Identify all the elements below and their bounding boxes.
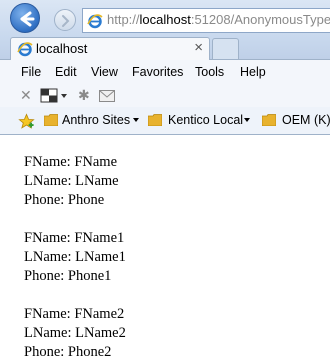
record-2-fname: FName: FName1: [24, 230, 125, 246]
menu-edit[interactable]: Edit: [55, 65, 77, 79]
record-1-fname: FName: FName: [24, 154, 118, 170]
record-3-lname: LName: LName2: [24, 325, 126, 341]
menu-file[interactable]: File: [21, 65, 41, 79]
favorite-oem-k[interactable]: OEM (K): [282, 113, 330, 127]
tab-localhost[interactable]: localhost ×: [10, 37, 210, 60]
record-1-phone: Phone: Phone: [24, 192, 105, 208]
menu-bar: File Edit View Favorites Tools Help: [0, 60, 330, 84]
ie-tab-icon: [17, 42, 33, 57]
record-3-phone: Phone: Phone2: [24, 344, 112, 360]
favorites-bar: Anthro Sites Kentico Local OEM (K): [0, 107, 330, 135]
close-tab-icon[interactable]: ×: [194, 39, 203, 56]
browser-window: http://localhost:51208/AnonymousTypes lo…: [0, 0, 330, 362]
favorite-kentico-local[interactable]: Kentico Local: [168, 113, 243, 127]
add-favorite-star-icon[interactable]: [18, 113, 35, 130]
address-bar[interactable]: http://localhost:51208/AnonymousTypes: [82, 8, 330, 33]
record-3-fname: FName: FName2: [24, 306, 125, 322]
navigation-bar: http://localhost:51208/AnonymousTypes: [0, 0, 330, 36]
dropdown-caret-icon[interactable]: [244, 118, 250, 122]
record-1-lname: LName: LName: [24, 173, 119, 189]
back-button[interactable]: [10, 3, 40, 33]
mail-icon[interactable]: [99, 89, 115, 107]
ie-page-icon: [87, 14, 103, 29]
record-2-phone: Phone: Phone1: [24, 268, 112, 284]
page-menu-icon[interactable]: [40, 88, 68, 109]
record-2-lname: LName: LName1: [24, 249, 126, 265]
tab-strip: localhost ×: [0, 36, 330, 60]
stop-icon[interactable]: ✕: [20, 87, 32, 104]
menu-favorites[interactable]: Favorites: [132, 65, 183, 79]
address-url: http://localhost:51208/AnonymousTypes: [107, 12, 330, 27]
safety-gear-icon[interactable]: ✱: [78, 87, 90, 104]
menu-tools[interactable]: Tools: [195, 65, 224, 79]
folder-icon: [148, 114, 162, 126]
forward-button[interactable]: [54, 9, 76, 31]
menu-help[interactable]: Help: [240, 65, 266, 79]
page-content: FName: FName LName: LName Phone: Phone F…: [0, 135, 330, 362]
back-arrow-icon: [20, 11, 35, 27]
command-bar: ✕ ✱: [0, 84, 330, 107]
forward-arrow-icon: [62, 15, 70, 27]
tab-title: localhost: [36, 41, 88, 56]
menu-view[interactable]: View: [91, 65, 118, 79]
favorite-anthro-sites[interactable]: Anthro Sites: [62, 113, 130, 127]
new-tab-button[interactable]: [212, 38, 239, 59]
folder-icon: [44, 114, 58, 126]
folder-icon: [262, 114, 276, 126]
dropdown-caret-icon[interactable]: [133, 118, 139, 122]
